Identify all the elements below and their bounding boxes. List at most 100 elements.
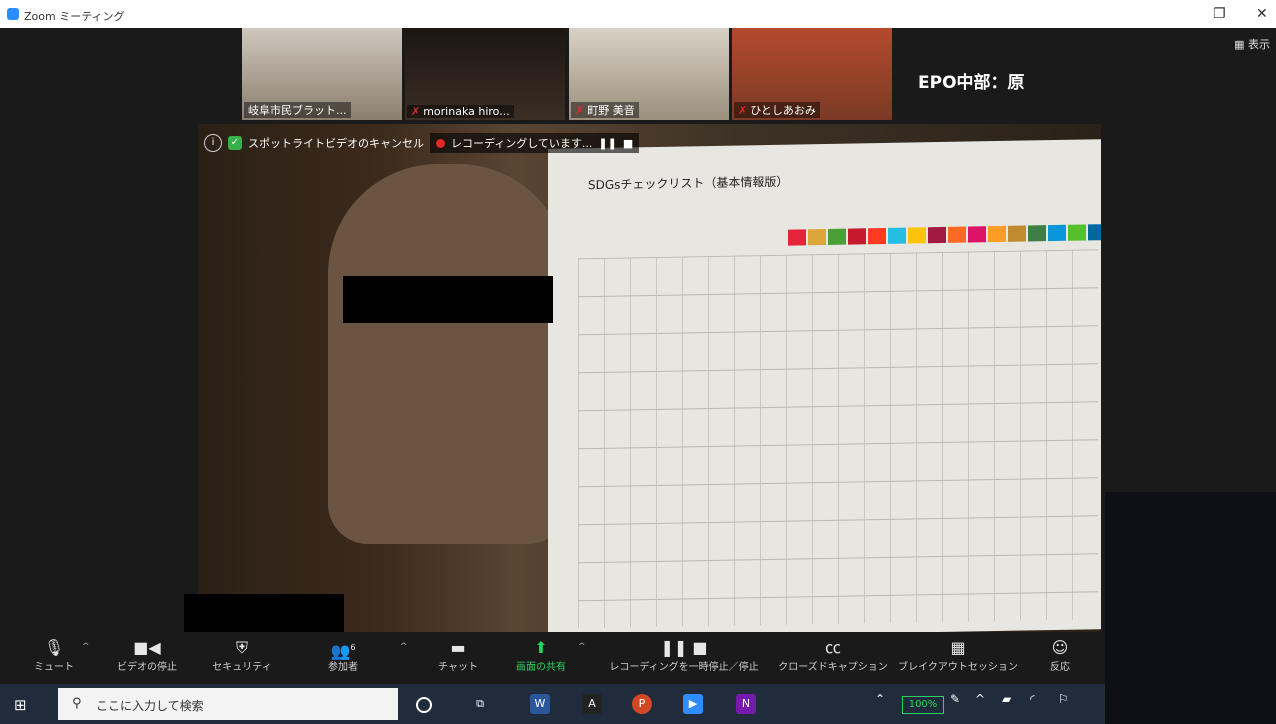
audio-options-caret[interactable]: ^ [82, 642, 90, 652]
mute-button[interactable]: 🎙 ミュート [34, 638, 74, 673]
wifi-icon[interactable]: ◜ [1030, 692, 1035, 706]
participant-count: 6 [350, 643, 356, 652]
breakout-label: ブレイクアウトセッション [898, 662, 1018, 673]
sdg-color-swatch [848, 228, 866, 245]
stop-icon[interactable]: ■ [623, 137, 633, 150]
folder-icon[interactable]: ▰ [1002, 692, 1011, 706]
spotlight-video: SDGsチェックリスト（基本情報版） i ✓ スポットライトビデオのキャンセル … [198, 124, 1101, 632]
sheet-grid [578, 249, 1098, 629]
pause-stop-recording-label: レコーディングを一時停止／停止 [609, 662, 759, 673]
reaction-button[interactable]: ☺ 反応 [1040, 638, 1080, 673]
sdg-color-swatch [1088, 224, 1101, 241]
sdg-color-swatch [808, 228, 826, 246]
security-check-icon: ✓ [228, 136, 242, 150]
speaker-figure [328, 164, 568, 544]
sheet-title: SDGsチェックリスト（基本情報版） [588, 174, 789, 193]
participant-strip: 岐阜市民ブラット... ✗ morinaka hiro... ✗ 町野 美音 ✗ ひと… [242, 28, 892, 120]
closed-caption-button[interactable]: ㏄クローズドキャプション [778, 638, 888, 673]
reaction-icon: ☺ [1051, 638, 1069, 657]
cortana-icon[interactable] [416, 697, 432, 713]
tray-overflow-icon[interactable]: ⌃ [875, 692, 885, 706]
spotlight-bar: i ✓ スポットライトビデオのキャンセル レコーディングしています... ❚❚ … [204, 132, 640, 154]
search-icon: ⚲ [72, 696, 82, 711]
participant-name-row: ✗ 町野 美音 [571, 102, 639, 118]
close-window-icon[interactable]: ✕ [1256, 6, 1268, 22]
pause-icon[interactable]: ❚❚ [598, 137, 616, 150]
reaction-label: 反応 [1050, 662, 1070, 673]
microphone-icon: 🎙 [43, 638, 65, 657]
word-icon[interactable]: W [530, 694, 550, 714]
cc-icon: ㏄ [824, 638, 841, 657]
window-titlebar: Zoom ミーティング ❐ ✕ [0, 0, 1276, 28]
mic-muted-icon: ✗ [738, 104, 748, 117]
share-screen-icon: ⬆ [534, 638, 548, 657]
participant-tile[interactable]: ✗ 町野 美音 [569, 28, 729, 120]
chat-icon: ▬ [450, 638, 466, 657]
zoom-logo-icon [7, 8, 19, 20]
chat-button[interactable]: ▬ チャット [438, 638, 478, 673]
sdg-color-swatch [888, 227, 906, 244]
powerpoint-icon[interactable]: P [632, 694, 652, 714]
info-icon[interactable]: i [204, 134, 222, 152]
closed-caption-label: クローズドキャプション [778, 662, 888, 673]
sdg-color-row [788, 224, 1101, 246]
sdg-color-swatch [788, 229, 806, 246]
security-button[interactable]: ⛨ セキュリティ [212, 638, 272, 673]
mic-muted-icon: ✗ [575, 104, 585, 117]
participant-name: 岐阜市民ブラット... [244, 102, 351, 118]
onenote-icon[interactable]: N [736, 694, 756, 714]
task-view-icon[interactable]: ⧉ [470, 694, 490, 714]
sdg-color-swatch [1068, 224, 1086, 241]
participants-options-caret[interactable]: ^ [400, 642, 408, 652]
recording-indicator: レコーディングしています... ❚❚ ■ [430, 133, 640, 153]
battery-indicator[interactable]: 100% [902, 696, 944, 714]
zoom-taskbar-icon[interactable]: ▶ [683, 694, 703, 714]
chevron-up-icon[interactable]: ^ [975, 692, 985, 706]
windows-start-icon[interactable]: ⊞ [14, 696, 27, 714]
sdg-color-swatch [908, 227, 926, 244]
recording-label: レコーディングしています... [451, 137, 593, 150]
breakout-button[interactable]: ▦ ブレイクアウトセッション [898, 638, 1018, 673]
taskbar-search-box[interactable]: ⚲ ここに入力して検索 [58, 688, 398, 720]
restore-window-icon[interactable]: ❐ [1213, 6, 1226, 22]
participant-name: morinaka hiro... [423, 105, 510, 118]
cancel-spotlight-button[interactable]: スポットライトビデオのキャンセル [248, 135, 424, 151]
participant-tile[interactable]: ✗ ひとしあおみ [732, 28, 892, 120]
pdf-reader-icon[interactable]: A [582, 694, 602, 714]
sdg-color-swatch [868, 227, 886, 245]
participant-tile[interactable]: 岐阜市民ブラット... [242, 28, 402, 120]
host-name-label: EPO中部：原 [918, 73, 1025, 93]
recording-icon [436, 138, 445, 148]
search-placeholder: ここに入力して検索 [96, 699, 204, 713]
participant-name-row: ✗ morinaka hiro... [407, 105, 514, 118]
participant-name-row: ✗ ひとしあおみ [734, 102, 820, 118]
participants-icon: 👥6 [330, 641, 356, 661]
participant-name: 町野 美音 [587, 104, 635, 117]
participants-label: 参加者 [328, 662, 358, 673]
breakout-icon: ▦ [950, 638, 966, 657]
view-button[interactable]: ▦ 表示 [1234, 36, 1270, 52]
sdg-color-swatch [1008, 225, 1026, 242]
share-screen-button[interactable]: ⬆ 画面の共有 [508, 638, 574, 673]
view-button-label: 表示 [1248, 38, 1270, 51]
stop-video-label: ビデオの停止 [117, 662, 177, 673]
side-panel [1105, 492, 1276, 724]
sdg-color-swatch [968, 226, 986, 243]
window-title: Zoom ミーティング [24, 10, 125, 23]
participants-button[interactable]: 👥6 参加者 [318, 638, 368, 673]
sdg-color-swatch [928, 226, 946, 244]
pen-icon[interactable]: ✎ [950, 692, 960, 706]
grid-icon: ▦ [1234, 38, 1245, 51]
security-label: セキュリティ [212, 662, 272, 673]
share-screen-label: 画面の共有 [516, 662, 566, 673]
notification-icon[interactable]: ⚐ [1058, 692, 1069, 706]
windows-taskbar: ⊞ ⚲ ここに入力して検索 ⧉ W A P ▶ N ⌃ 100% ✎ ^ ▰ ◜… [0, 684, 1105, 724]
pause-stop-recording-button[interactable]: ❚❚ ■ レコーディングを一時停止／停止 [598, 638, 770, 673]
sdg-color-swatch [1028, 225, 1046, 242]
sdg-color-swatch [828, 228, 846, 245]
mute-label: ミュート [34, 662, 74, 673]
share-options-caret[interactable]: ^ [578, 642, 586, 652]
stop-video-button[interactable]: ■◀ ビデオの停止 [112, 638, 182, 673]
sdg-color-swatch [1048, 224, 1066, 242]
participant-tile[interactable]: ✗ morinaka hiro... [405, 28, 565, 120]
